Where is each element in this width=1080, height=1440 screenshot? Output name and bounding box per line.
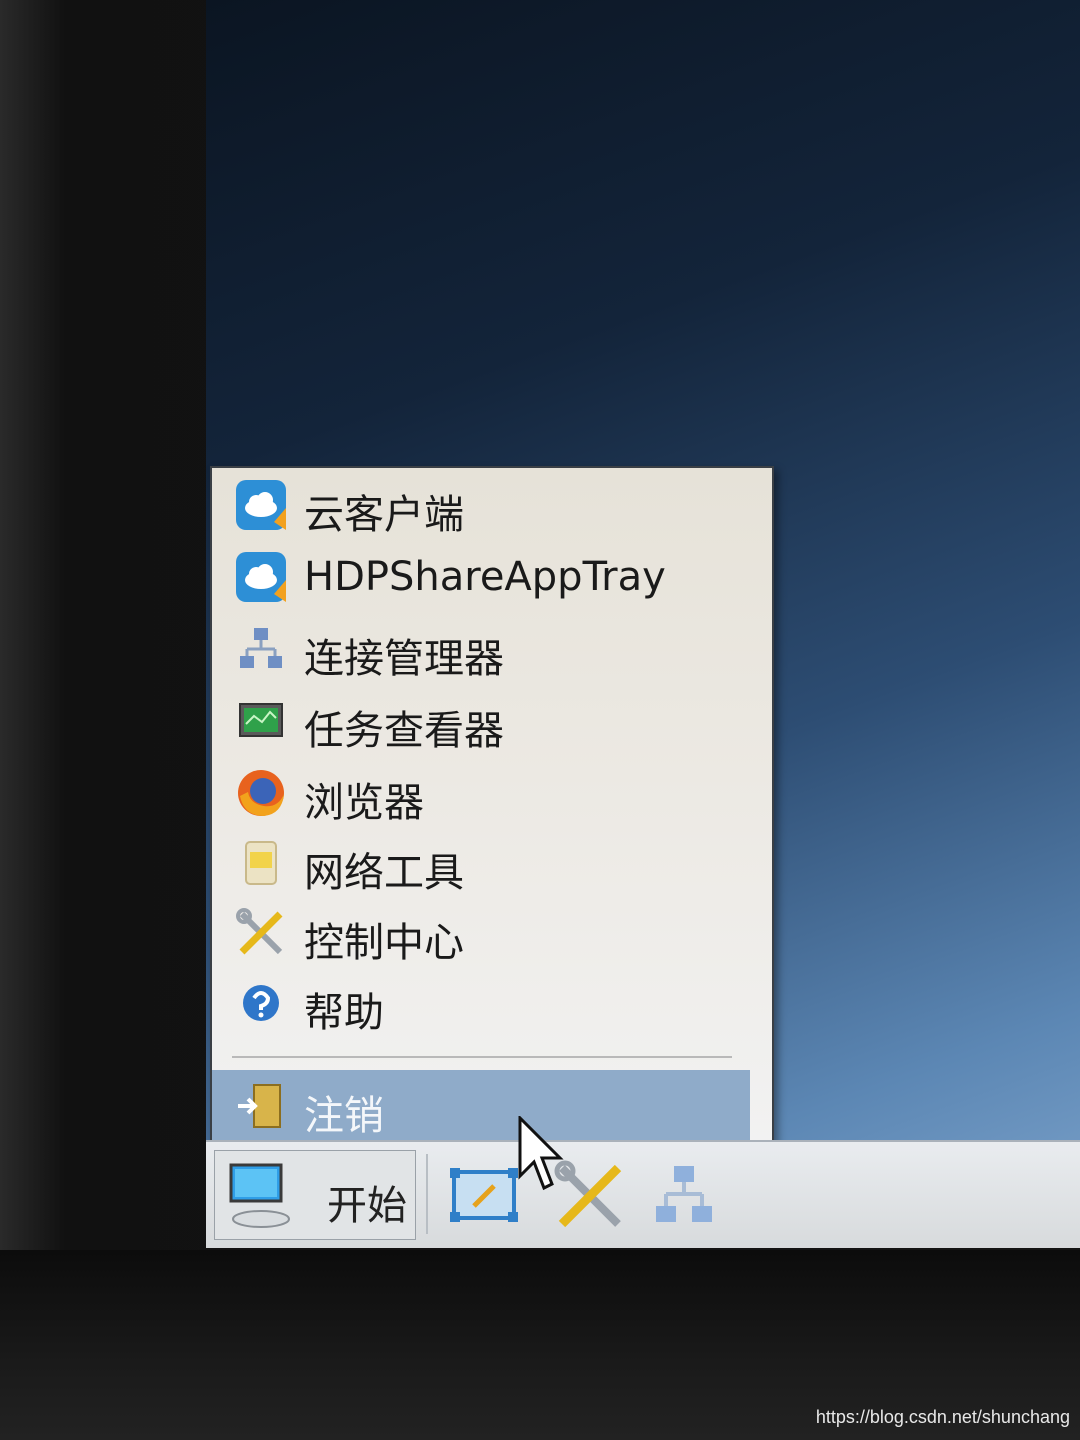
- firefox-browser-icon: [234, 766, 288, 820]
- menu-item-label: 云客户端: [304, 492, 464, 538]
- menu-item-label: 浏览器: [304, 780, 424, 826]
- menu-item-connection-manager[interactable]: 连接管理器: [212, 616, 752, 682]
- menu-item-hdpshareapptray[interactable]: HDPShareAppTray: [212, 544, 752, 610]
- menu-item-control-center[interactable]: 控制中心: [212, 900, 752, 966]
- menu-item-label: 网络工具: [304, 850, 464, 896]
- task-monitor-icon: [234, 694, 288, 748]
- taskbar-separator: [426, 1154, 428, 1234]
- mouse-cursor-icon: [518, 1114, 566, 1194]
- menu-item-network-tools[interactable]: 网络工具: [212, 830, 752, 896]
- menu-item-task-viewer[interactable]: 任务查看器: [212, 688, 752, 754]
- taskbar: 开始: [206, 1140, 1080, 1248]
- menu-item-help[interactable]: 帮助: [212, 970, 752, 1036]
- menu-item-label: HDPShareAppTray: [304, 554, 666, 600]
- cloud-client-icon: [234, 478, 288, 532]
- menu-item-label: 连接管理器: [304, 636, 504, 682]
- menu-item-label: 注销: [304, 1093, 384, 1139]
- menu-item-label: 控制中心: [304, 920, 464, 966]
- menu-item-label: 帮助: [304, 990, 384, 1036]
- start-label: 开始: [327, 1183, 407, 1229]
- tools-wrench-screwdriver-icon: [234, 906, 288, 960]
- network-connections-icon[interactable]: [646, 1158, 722, 1234]
- desktop-screen: 云客户端 HDPShareAppTray 连接管理器 任务查看器 浏览器 网络工…: [206, 0, 1080, 1248]
- network-tools-icon: [234, 836, 288, 890]
- menu-item-logout[interactable]: 注销: [212, 1070, 750, 1142]
- cloud-share-icon: [234, 550, 288, 604]
- help-icon: [234, 976, 288, 1030]
- screen-capture-icon[interactable]: [446, 1158, 522, 1234]
- logout-door-icon: [234, 1079, 288, 1133]
- watermark: https://blog.csdn.net/shunchang: [815, 1407, 1070, 1427]
- start-menu: 云客户端 HDPShareAppTray 连接管理器 任务查看器 浏览器 网络工…: [210, 466, 774, 1150]
- menu-item-browser[interactable]: 浏览器: [212, 760, 752, 826]
- network-connections-icon: [234, 622, 288, 676]
- menu-item-cloud-client[interactable]: 云客户端: [212, 472, 752, 538]
- start-button[interactable]: 开始: [214, 1150, 416, 1240]
- menu-separator: [232, 1056, 732, 1058]
- menu-item-label: 任务查看器: [304, 708, 504, 754]
- computer-monitor-icon: [227, 1161, 291, 1229]
